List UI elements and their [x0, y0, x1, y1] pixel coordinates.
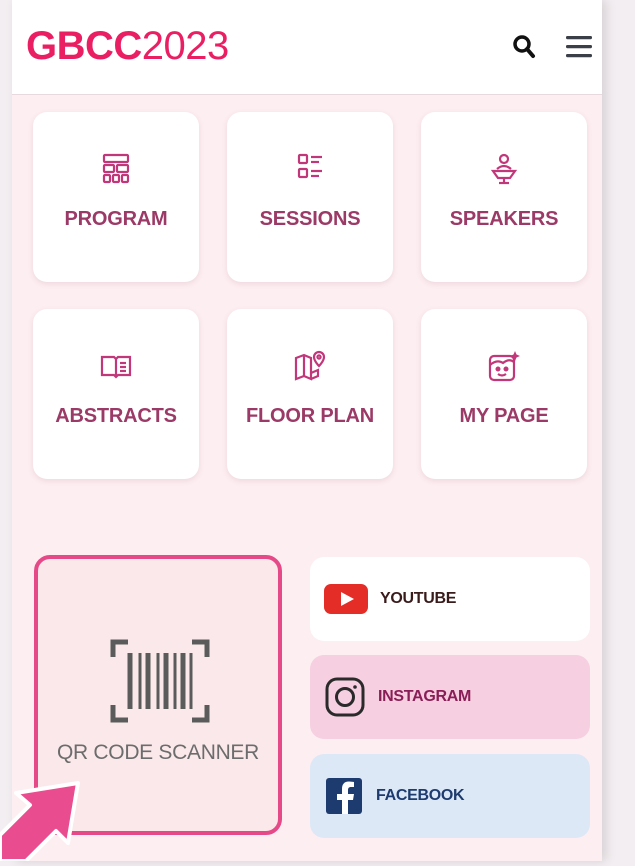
open-book-icon [33, 349, 199, 385]
facebook-icon [324, 776, 364, 816]
pointer-arrow-icon [0, 775, 90, 866]
program-grid-icon [33, 152, 199, 188]
tile-label: FLOOR PLAN [246, 405, 374, 427]
youtube-icon [324, 584, 368, 614]
qr-scanner-label: QR CODE SCANNER [56, 741, 260, 764]
tile-label: SESSIONS [259, 208, 361, 230]
instagram-icon [324, 676, 366, 718]
tile-floor-plan[interactable]: FLOOR PLAN [227, 309, 393, 479]
tile-speakers[interactable]: SPEAKERS [421, 112, 587, 282]
tile-label: SPEAKERS [449, 208, 559, 230]
youtube-label: YOUTUBE [380, 590, 457, 607]
instagram-label: INSTAGRAM [378, 688, 471, 705]
barcode-scan-icon [110, 639, 210, 728]
youtube-button[interactable]: YOUTUBE [310, 557, 590, 641]
search-icon[interactable] [512, 34, 536, 65]
tile-label: ABSTRACTS [55, 405, 177, 427]
header-bar: GBCC2023 [12, 0, 602, 95]
profile-face-icon [421, 349, 587, 385]
tile-label: PROGRAM [64, 208, 168, 230]
speaker-podium-icon [421, 152, 587, 188]
sessions-list-icon [227, 152, 393, 188]
facebook-label: FACEBOOK [376, 787, 465, 804]
map-pin-icon [227, 349, 393, 385]
app-screen: GBCC2023 PROGRAM SESSIONS SPEAKERS ABSTR… [12, 0, 602, 861]
hamburger-menu-icon[interactable] [565, 34, 593, 65]
tile-abstracts[interactable]: ABSTRACTS [33, 309, 199, 479]
app-logo[interactable]: GBCC2023 [26, 24, 229, 68]
tile-my-page[interactable]: MY PAGE [421, 309, 587, 479]
tile-label: MY PAGE [459, 405, 549, 427]
instagram-button[interactable]: INSTAGRAM [310, 655, 590, 739]
facebook-button[interactable]: FACEBOOK [310, 754, 590, 838]
tile-program[interactable]: PROGRAM [33, 112, 199, 282]
tile-sessions[interactable]: SESSIONS [227, 112, 393, 282]
